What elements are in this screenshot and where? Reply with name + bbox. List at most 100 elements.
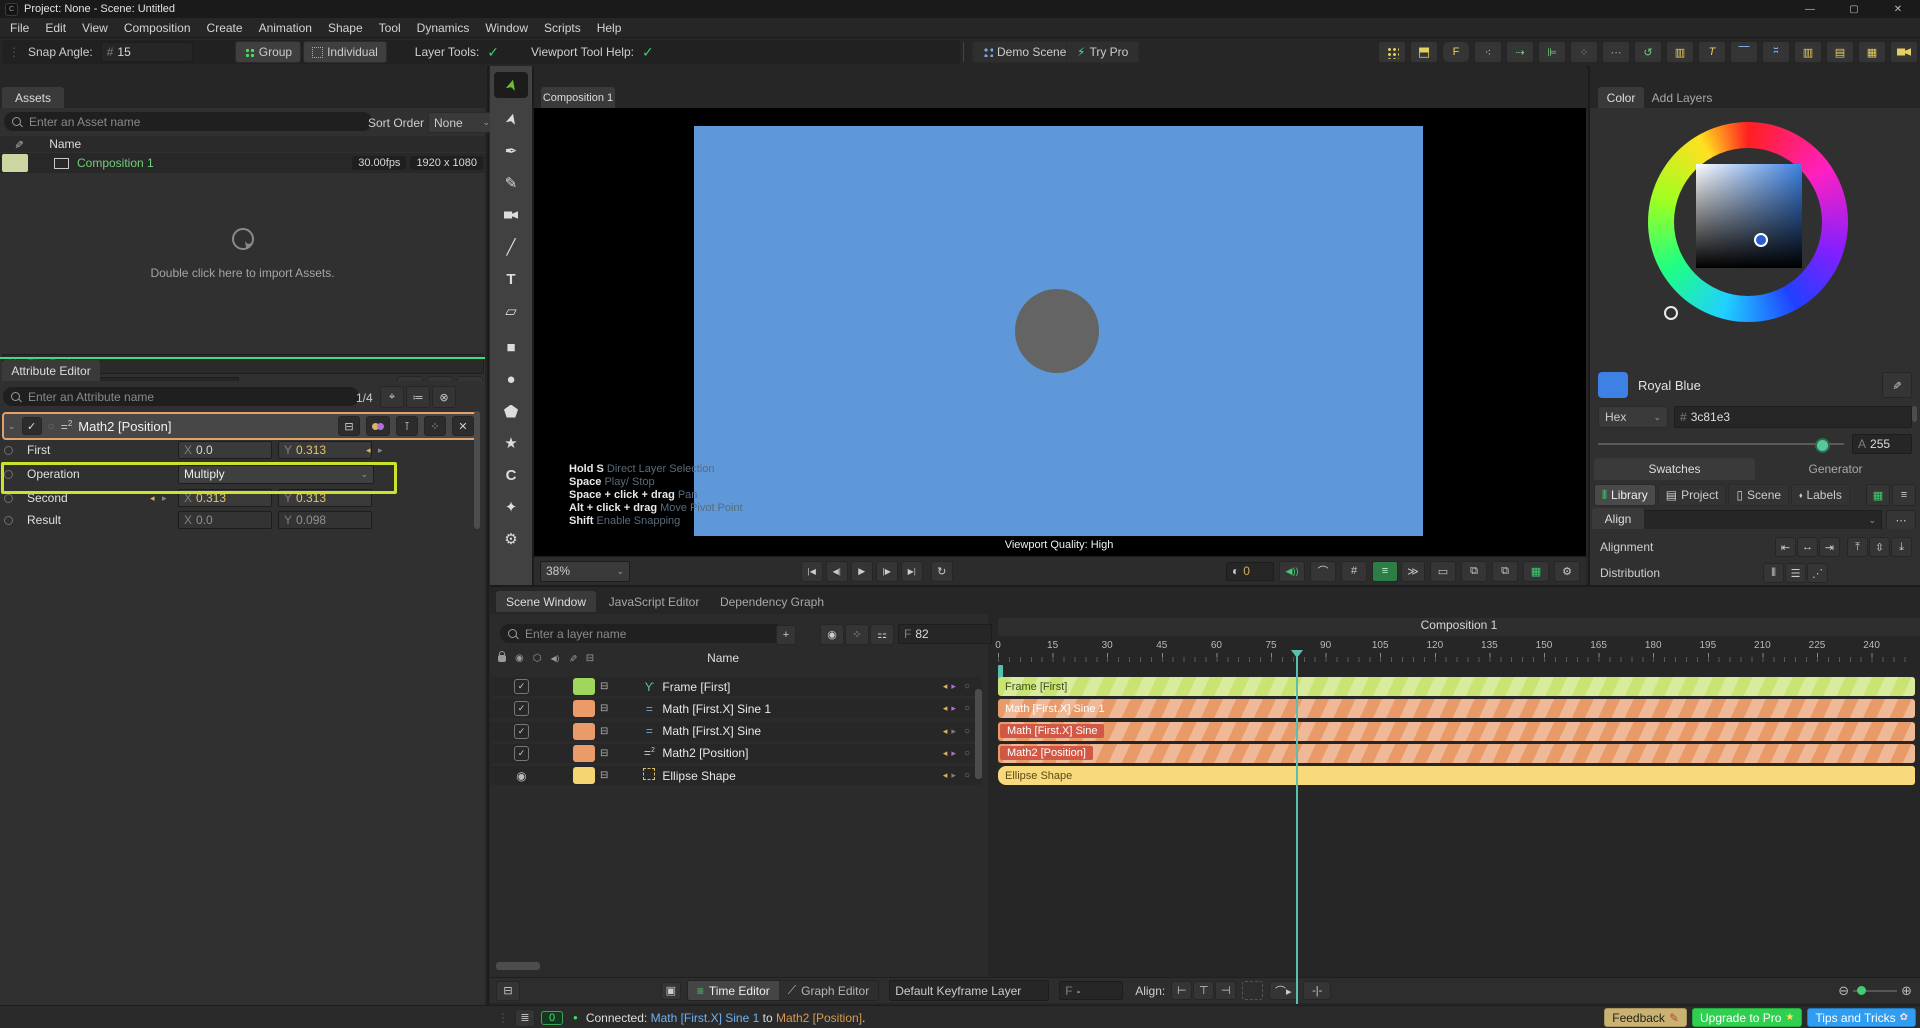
layer-solo-toggle-icon[interactable]: ⊟ [600,770,608,781]
layer-list-icon[interactable]: ≡ [1372,560,1398,582]
hex-mode-dropdown[interactable]: Hex ⌄ [1598,406,1668,428]
keyframe-next-icon[interactable]: ▸ [951,726,956,737]
current-color-swatch[interactable] [1598,372,1628,398]
keyframe-circle-icon[interactable]: ○ [964,681,970,692]
layer-row[interactable]: ✓ ⊟ =2 Math2 [Position] ◂ ▸ ○ [490,743,982,763]
hex-value-field[interactable]: #3c81e3 [1674,406,1912,428]
ellipse-tool[interactable]: ● [494,366,528,392]
align-bottom-icon[interactable]: ⤓ [1891,537,1912,557]
transparency-icon[interactable]: ▦ [1523,560,1549,582]
timeline-layer-bar[interactable]: Ellipse Shape [998,766,1915,786]
footer-frame-field[interactable]: F- [1059,981,1124,1000]
dock-icon[interactable]: ▣ [660,981,681,1000]
asset-search-input[interactable] [4,112,372,131]
menu-edit[interactable]: Edit [37,21,74,35]
color-tab[interactable]: Color [1598,87,1644,108]
keyframe-circle-icon[interactable]: ○ [964,770,970,781]
insert-keyframe-icon[interactable]: -|- [1303,981,1332,1000]
panel-divider[interactable] [0,357,485,359]
menu-animation[interactable]: Animation [251,21,320,35]
tips-and-tricks-button[interactable]: Tips and Tricks ✿ [1807,1008,1916,1027]
menu-window[interactable]: Window [477,21,536,35]
viewport-tool-help-check-icon[interactable]: ✓ [642,44,654,61]
disabled-circle-icon[interactable]: ○ [48,419,55,433]
asset-color-swatch[interactable] [2,154,28,172]
pick-attribute-icon[interactable]: ⌖ [380,386,404,408]
striped-box-icon[interactable]: ▥ [1666,41,1694,63]
keyframe-prev-icon[interactable]: ◂ [943,681,948,692]
polygon-tool[interactable] [494,398,528,424]
menu-file[interactable]: File [2,21,37,35]
minimize-button[interactable]: — [1788,4,1832,15]
align-right-icon[interactable]: ⇥ [1819,537,1840,557]
layer-row[interactable]: ✓ ⊟ ϒ Frame [First] ◂ ▸ ○ [490,677,982,696]
collapse-all-icon[interactable]: ⊟ [338,416,360,436]
layer-row[interactable]: ✓ ⊟ = Math [First.X] Sine ◂ ▸ ○ [490,721,982,741]
align-center-h-icon[interactable]: ↔ [1797,537,1818,557]
trim-bottom-icon[interactable]: ⎶ [1762,41,1790,63]
keyframe-circle-icon[interactable]: ○ [964,703,970,714]
keyframe-prev-icon[interactable]: ◂ [150,493,155,504]
columns-icon[interactable]: ▥ [1794,41,1822,63]
attribute-editor-tab[interactable]: Attribute Editor [2,360,100,381]
layer-solo-toggle-icon[interactable]: ⊟ [600,681,608,692]
onion-skin-counter[interactable]: ◐ 0 [1226,561,1274,581]
add-layers-tab[interactable]: Add Layers [1646,87,1718,108]
layer-list-hscrollbar[interactable] [496,962,540,970]
connect-dot[interactable] [4,515,13,525]
individual-button[interactable]: Individual [303,41,387,63]
generator-tab[interactable]: Generator [1755,458,1916,480]
direct-select-tool[interactable]: ➤ [494,106,528,132]
footer-toggle-icon[interactable]: ⊟ [496,980,520,1001]
pin-icon[interactable]: ⊺ [396,416,418,436]
align-top-icon[interactable]: ⤒ [1847,537,1868,557]
trim-top-icon[interactable]: ⎺ [1730,41,1758,63]
first-x-field[interactable]: X 0.0 [178,441,272,459]
keyframe-prev-icon[interactable]: ◂ [943,770,948,781]
dashed-arrow-icon[interactable]: ⇢ [1506,41,1534,63]
swatches-tab[interactable]: Swatches [1594,458,1755,480]
rotate-icon[interactable]: ↺ [1634,41,1662,63]
eyedropper-icon[interactable]: ✎ [12,139,25,148]
line-tool[interactable]: ╱ [494,234,528,260]
grid-layout-icon[interactable]: ▦ [1858,41,1886,63]
asset-composition-name[interactable]: Composition 1 [77,156,154,170]
dots-row-icon[interactable]: ⋯ [1602,41,1630,63]
saturation-square[interactable] [1696,164,1802,268]
timeline-zoom-slider[interactable] [1853,985,1898,997]
try-pro-button[interactable]: ⚡ Try Pro [1066,41,1140,63]
layer-row[interactable]: ◉ ⊟ Ellipse Shape ◂ ▸ ○ [490,766,982,786]
timeline-layer-bar[interactable]: Math [First.X] Sine [998,721,1915,741]
hue-selector-dot[interactable] [1664,306,1678,320]
select-tool[interactable]: ➤ [494,72,528,98]
go-to-start-button[interactable]: |◀ [800,560,823,582]
ellipse-shape[interactable] [1015,289,1099,373]
layer-color-chip[interactable] [573,678,595,695]
layer-solo-toggle-icon[interactable]: ⊟ [600,703,608,714]
playhead-handle[interactable] [1291,650,1304,658]
layer-enabled-check-icon[interactable]: ✓ [514,723,529,739]
first-y-field[interactable]: Y 0.313 [278,441,372,459]
layer-visibility-eye-icon[interactable]: ◉ [514,769,529,783]
pen-tool[interactable]: ✒ [494,138,528,164]
stack-icon[interactable]: ⧉ [1461,560,1487,582]
alpha-slider[interactable] [1598,437,1844,453]
align-middle-v-icon[interactable]: ⇳ [1869,537,1890,557]
audio-icon[interactable]: ◀)) [1279,560,1305,582]
layer-name[interactable]: Frame [First] [662,680,730,694]
keyframe-next-icon[interactable]: ▸ [951,703,956,714]
keyframe-next-icon[interactable]: ▸ [951,681,956,692]
attribute-search-input[interactable] [3,387,359,406]
scene-window-tab[interactable]: Scene Window [496,591,596,612]
color-panel-scrollbar[interactable] [1912,406,1917,422]
bounds-icon[interactable]: ▭ [1430,560,1456,582]
rectangle-tool[interactable]: ■ [494,334,528,360]
alpha-slider-knob[interactable] [1815,438,1830,453]
toolbar-drag-handle[interactable]: ⋮ [8,45,20,59]
keyframe-prev-icon[interactable]: ◂ [366,445,371,456]
upgrade-to-pro-button[interactable]: Upgrade to Pro ★ [1692,1008,1803,1027]
distribute-v-icon[interactable]: ☰ [1785,563,1806,583]
library-button[interactable]: ⫴ Library [1594,484,1656,506]
timeline-zoom-knob[interactable] [1857,985,1867,995]
layer-color-chip[interactable] [573,700,595,718]
